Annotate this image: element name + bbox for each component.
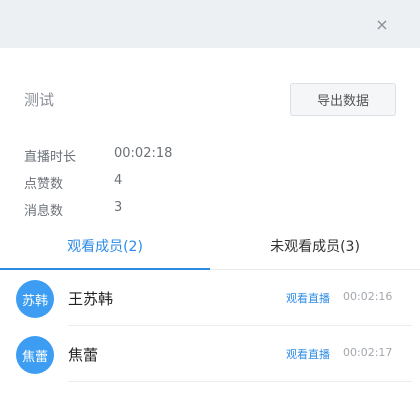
avatar: 苏韩: [16, 280, 54, 318]
stat-value: 00:02:18: [114, 146, 173, 161]
watch-time: 00:02:16: [343, 290, 393, 303]
dialog-header: ×: [0, 0, 420, 48]
stat-value: 3: [114, 200, 123, 215]
watch-time: 00:02:17: [343, 346, 393, 359]
watch-live-link[interactable]: 观看直播: [286, 346, 330, 362]
list-item: 焦蕾 焦蕾 观看直播 00:02:17: [0, 326, 420, 382]
member-name: 焦蕾: [68, 346, 99, 364]
close-button[interactable]: ×: [372, 14, 392, 34]
tab-label: 未观看成员(3): [270, 239, 360, 255]
tab-unwatched-members[interactable]: 未观看成员(3): [210, 222, 420, 270]
close-icon: ×: [375, 14, 389, 34]
page-title: 测试: [24, 91, 55, 109]
tab-label: 观看成员(2): [67, 239, 143, 255]
stat-label: 消息数: [24, 204, 64, 219]
tab-watched-members[interactable]: 观看成员(2): [0, 222, 210, 270]
stat-label: 点赞数: [24, 177, 64, 192]
stat-value: 4: [114, 173, 123, 188]
avatar: 焦蕾: [16, 336, 54, 374]
export-data-button[interactable]: 导出数据: [290, 83, 396, 116]
watch-live-link[interactable]: 观看直播: [286, 290, 330, 306]
member-tabs: 观看成员(2) 未观看成员(3): [0, 222, 420, 270]
list-item: 苏韩 王苏韩 观看直播 00:02:16: [0, 270, 420, 326]
member-name: 王苏韩: [68, 290, 114, 308]
divider: [68, 381, 412, 382]
stat-label: 直播时长: [24, 150, 77, 165]
